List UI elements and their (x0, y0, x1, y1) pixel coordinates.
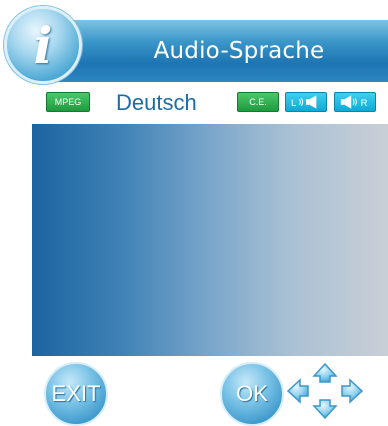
content-panel (32, 124, 388, 356)
speaker-left-icon: L (285, 92, 327, 112)
arrow-down-icon[interactable] (312, 399, 338, 420)
audio-language-value[interactable]: Deutsch (116, 86, 197, 120)
exit-button[interactable]: EXIT (44, 362, 108, 426)
right-channel-label: R (361, 97, 368, 108)
arrow-left-icon[interactable] (286, 378, 309, 404)
info-glyph: i (33, 15, 53, 75)
directional-arrows-icon[interactable] (286, 362, 364, 420)
mpeg-badge: MPEG (46, 92, 90, 112)
left-channel-label: L (291, 97, 296, 108)
ok-button[interactable]: OK (220, 362, 284, 426)
arrow-up-icon[interactable] (312, 362, 338, 383)
ce-badge: C.E. (237, 92, 279, 112)
info-icon: i (4, 6, 82, 84)
arrow-right-icon[interactable] (341, 378, 364, 404)
speaker-right-icon: R (334, 92, 376, 112)
